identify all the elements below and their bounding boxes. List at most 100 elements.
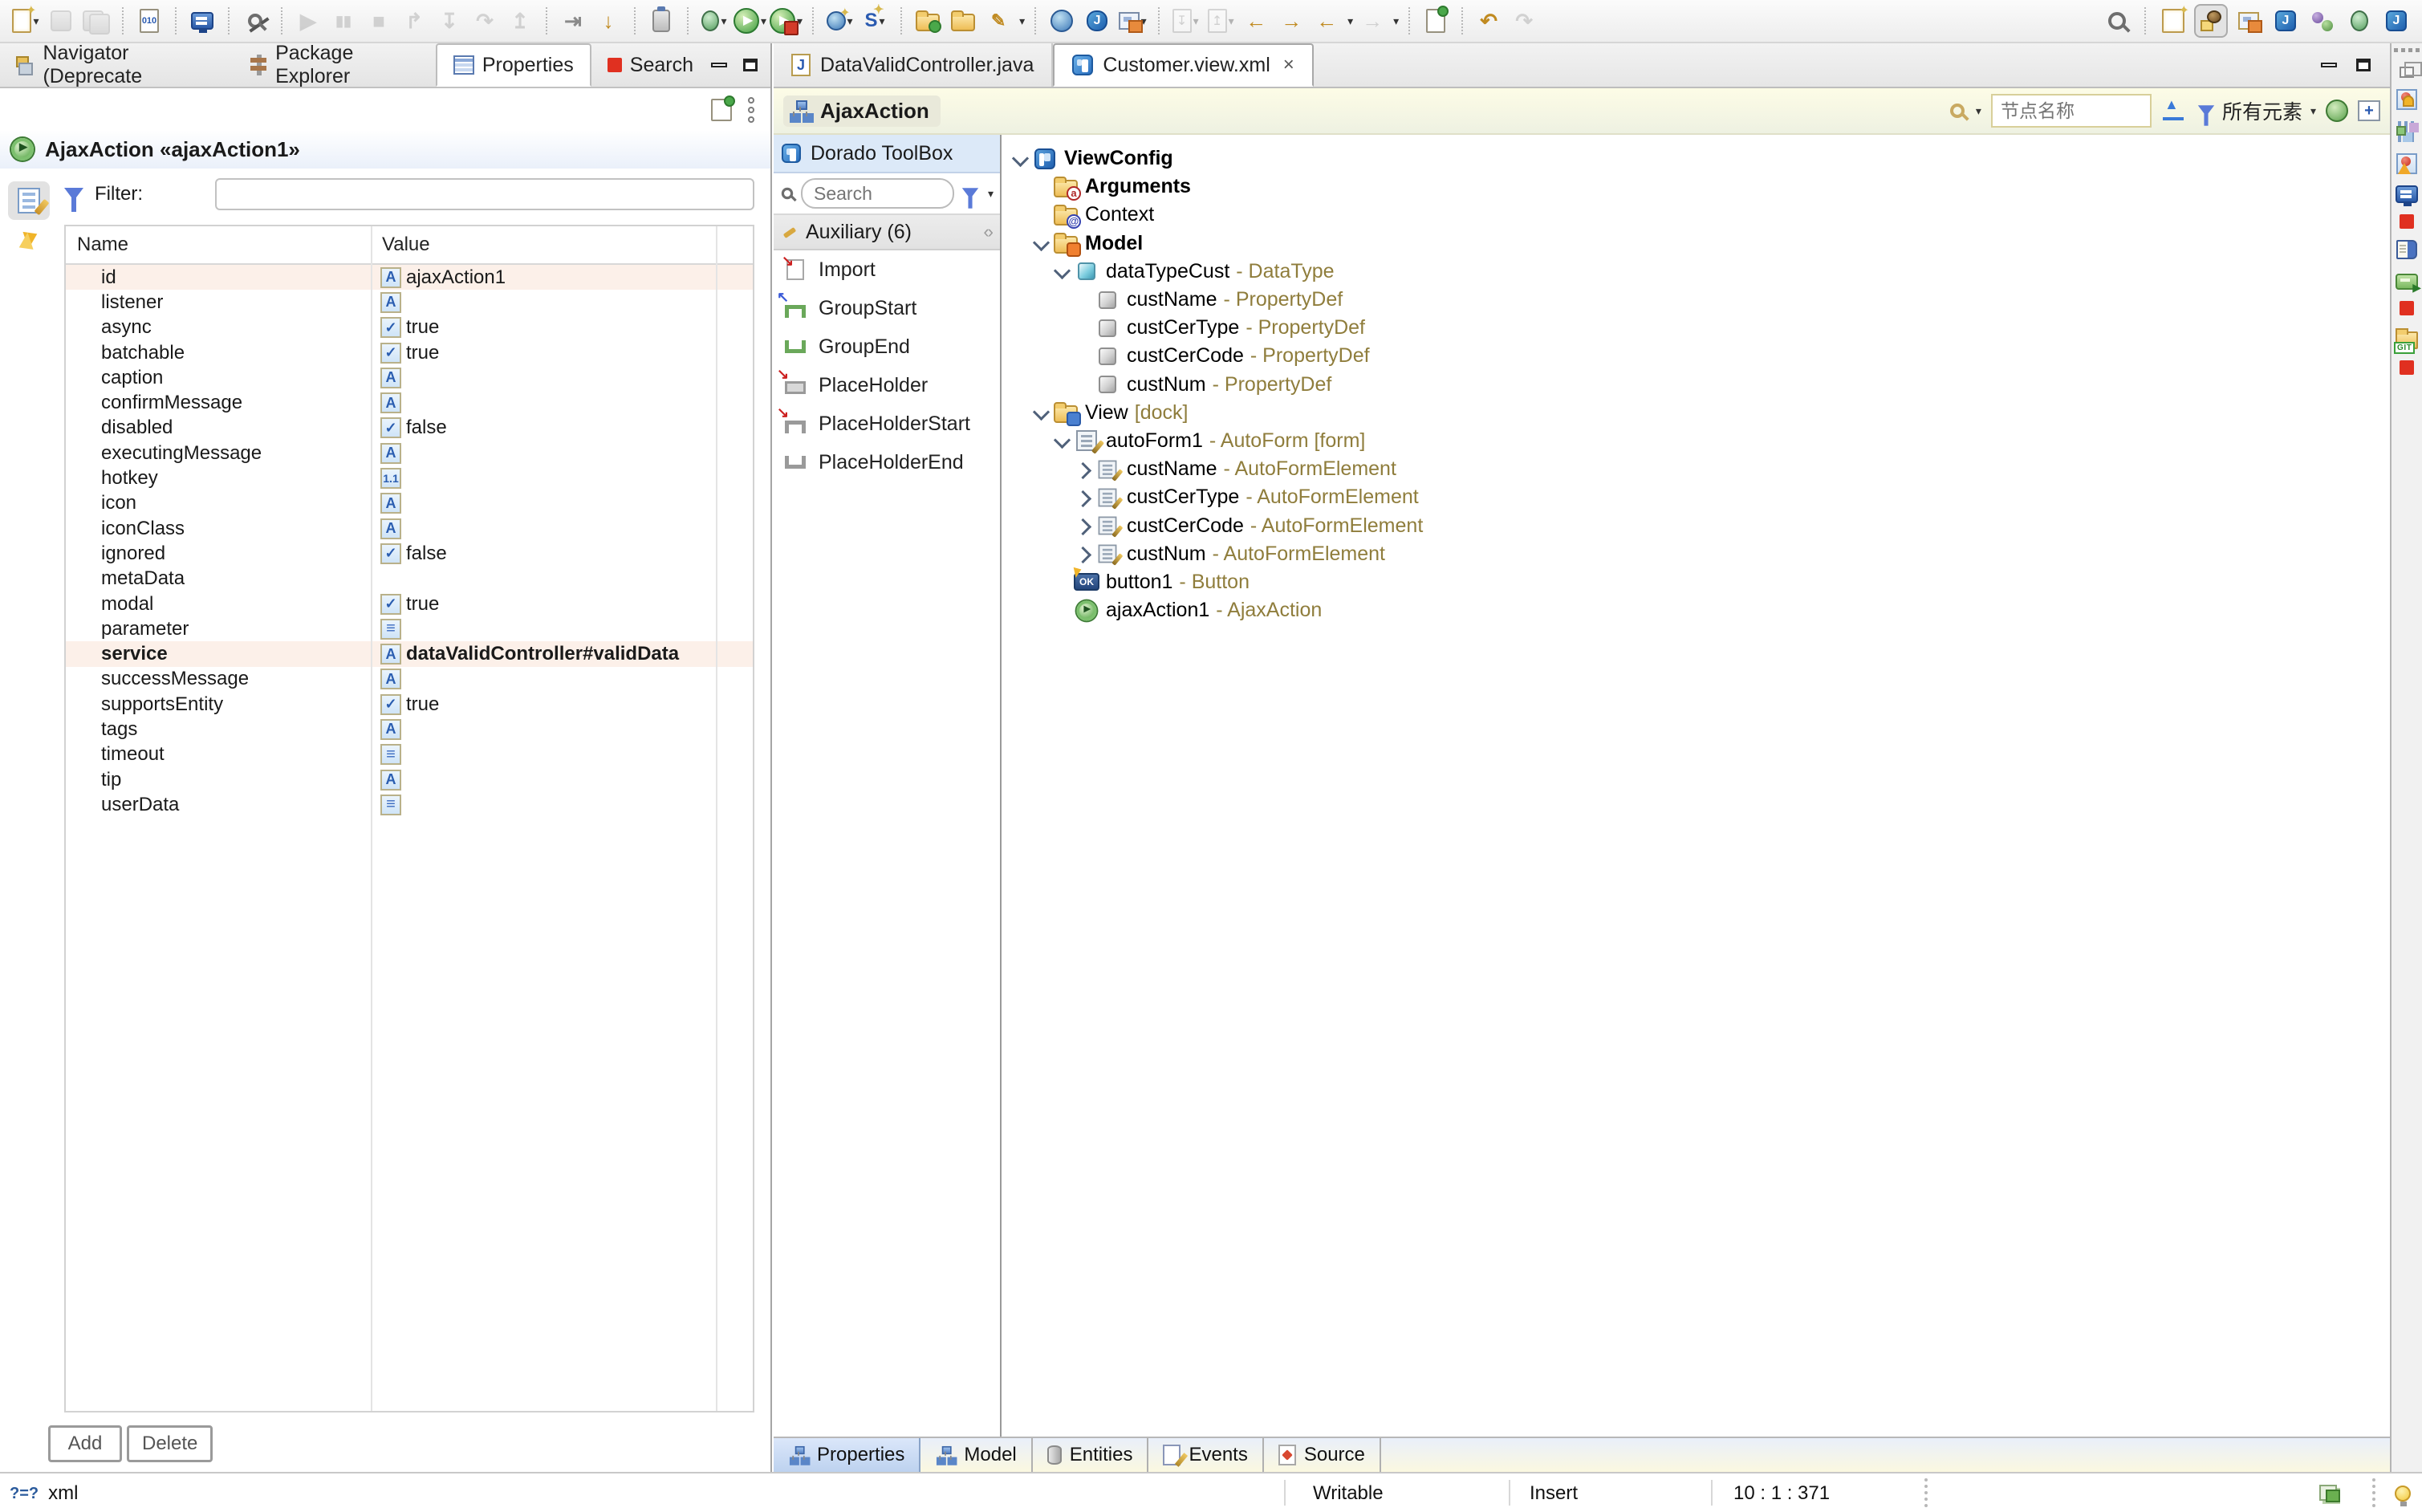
- restore-view-icon[interactable]: [2400, 67, 2414, 78]
- page-tab-events[interactable]: Events: [1148, 1438, 1263, 1472]
- new-spring-wizard-icon[interactable]: S▾: [859, 4, 891, 38]
- table-row[interactable]: listenerA: [66, 290, 753, 315]
- binary-file-icon[interactable]: 010: [133, 4, 165, 38]
- tab-package-explorer[interactable]: Package Explorer: [233, 43, 436, 87]
- tab-navigator[interactable]: Navigator (Deprecate: [0, 43, 233, 87]
- table-row[interactable]: tagsA: [66, 717, 753, 742]
- toolbox-filter-icon[interactable]: [962, 188, 978, 199]
- web-browser-icon[interactable]: [1046, 4, 1078, 38]
- expander-icon[interactable]: [1074, 490, 1091, 506]
- pause-icon[interactable]: ▮▮: [327, 4, 360, 38]
- show-views-icon[interactable]: ▾: [1116, 4, 1148, 38]
- table-row[interactable]: metaData: [66, 567, 753, 591]
- table-row[interactable]: tipA: [66, 767, 753, 792]
- pin-view-icon[interactable]: [711, 99, 732, 121]
- table-row[interactable]: iconA: [66, 491, 753, 516]
- perspective-dorado-icon[interactable]: [2194, 4, 2228, 38]
- tree-node-custname-propertydef[interactable]: custName- PropertyDef: [1002, 286, 2390, 314]
- clipboard-icon[interactable]: [645, 4, 677, 38]
- page-tab-entities[interactable]: Entities: [1033, 1438, 1149, 1472]
- preview-globe-icon[interactable]: [2326, 100, 2348, 122]
- git-repositories-icon[interactable]: GIT: [2396, 331, 2418, 349]
- tab-properties[interactable]: Properties: [436, 43, 591, 87]
- skip-breakpoints-icon[interactable]: ⇥: [557, 4, 589, 38]
- pull-up-icon[interactable]: ↥▾: [1205, 4, 1237, 38]
- expander-icon[interactable]: [1074, 546, 1091, 562]
- tree-node-context[interactable]: @Context: [1002, 201, 2390, 229]
- stop-icon[interactable]: ■: [363, 4, 395, 38]
- resume-icon[interactable]: ↱: [398, 4, 430, 38]
- toolbox-filter-dropdown-icon[interactable]: ▾: [988, 187, 994, 201]
- add-window-icon[interactable]: +: [2358, 100, 2380, 121]
- perspective-debug-icon[interactable]: [2343, 4, 2375, 38]
- search-icon[interactable]: [2101, 4, 2133, 38]
- step-return-icon[interactable]: ↥: [504, 4, 536, 38]
- table-row[interactable]: iconClassA: [66, 516, 753, 541]
- save-icon[interactable]: [45, 4, 77, 38]
- collapse-section-icon[interactable]: ‹›: [983, 222, 992, 242]
- toolbox-item-placeholderstart[interactable]: PlaceHolderStart: [774, 404, 1000, 443]
- tab-datavalidcontroller-java[interactable]: JDataValidController.java: [774, 43, 1053, 87]
- perspective-javaee-icon[interactable]: J: [2270, 4, 2302, 38]
- save-all-icon[interactable]: [80, 4, 112, 38]
- tree-node-button1[interactable]: OKbutton1- Button: [1002, 568, 2390, 596]
- drag-handle-icon[interactable]: [2394, 48, 2420, 52]
- table-row[interactable]: parameter≡: [66, 616, 753, 641]
- minimize-editor-icon[interactable]: [2321, 63, 2337, 67]
- collapse-all-icon[interactable]: [2161, 100, 2187, 122]
- expander-icon[interactable]: [1032, 235, 1050, 251]
- maximize-editor-icon[interactable]: [2356, 59, 2371, 71]
- palette-view-icon[interactable]: [2396, 89, 2417, 110]
- page-tab-source[interactable]: Source: [1264, 1438, 1381, 1472]
- step-into-icon[interactable]: ↧: [433, 4, 465, 38]
- expander-icon[interactable]: [1011, 151, 1029, 167]
- table-row[interactable]: supportsEntity✓true: [66, 692, 753, 717]
- outline-settings-icon[interactable]: [2396, 121, 2417, 142]
- mark-occurrences-icon[interactable]: [239, 4, 271, 38]
- filter-input[interactable]: [215, 178, 754, 210]
- tree-node-viewconfig[interactable]: ViewConfig: [1002, 144, 2390, 173]
- view-menu-icon[interactable]: [748, 97, 754, 123]
- table-row[interactable]: ignored✓false: [66, 541, 753, 566]
- pull-down-icon[interactable]: ↧▾: [1169, 4, 1201, 38]
- toolbox-item-import[interactable]: Import: [774, 250, 1000, 289]
- run-last-icon[interactable]: ▶: [292, 4, 324, 38]
- tree-node-custcercode-propertydef[interactable]: custCerCode- PropertyDef: [1002, 342, 2390, 370]
- console-icon[interactable]: [186, 4, 218, 38]
- coverage-icon[interactable]: ▾: [770, 4, 803, 38]
- tree-node-custcercode-autoformelement[interactable]: custCerCode- AutoFormElement: [1002, 511, 2390, 539]
- add-button[interactable]: Add: [48, 1425, 122, 1462]
- maximize-view-icon[interactable]: [743, 59, 758, 71]
- perspective-extra-icon[interactable]: J: [2380, 4, 2412, 38]
- pin-editor-icon[interactable]: [1420, 4, 1452, 38]
- page-tab-properties[interactable]: Properties: [774, 1438, 920, 1472]
- help-book-icon[interactable]: [2396, 240, 2417, 259]
- open-resource-icon[interactable]: [912, 4, 944, 38]
- back-history-icon[interactable]: ←: [1240, 4, 1272, 38]
- highlight-brush-icon[interactable]: ✎: [982, 4, 1014, 38]
- step-over-icon[interactable]: ↷: [469, 4, 501, 38]
- page-tab-model[interactable]: Model: [920, 1438, 1032, 1472]
- undo-icon[interactable]: ↶: [1473, 4, 1505, 38]
- tree-node-autoform1[interactable]: autoForm1- AutoForm [form]: [1002, 427, 2390, 455]
- tab-customer-view-xml[interactable]: Customer.view.xml×: [1053, 43, 1313, 87]
- table-row[interactable]: successMessageA: [66, 667, 753, 692]
- column-header-value[interactable]: Value: [371, 234, 753, 256]
- new-wizard-icon[interactable]: ▾: [10, 4, 42, 38]
- tree-node-custcertype-autoformelement[interactable]: custCerType- AutoFormElement: [1002, 483, 2390, 511]
- lightning-icon[interactable]: [21, 232, 38, 250]
- new-web-wizard-icon[interactable]: ▾: [823, 4, 855, 38]
- step-filters-icon[interactable]: ↓: [592, 4, 624, 38]
- column-header-name[interactable]: Name: [66, 234, 371, 256]
- tree-node-arguments[interactable]: aArguments: [1002, 173, 2390, 201]
- tree-node-datatypecust[interactable]: dataTypeCust- DataType: [1002, 258, 2390, 286]
- toolbox-item-groupstart[interactable]: GroupStart: [774, 289, 1000, 327]
- open-type-icon[interactable]: [947, 4, 979, 38]
- editor-list-icon[interactable]: [2319, 1485, 2340, 1502]
- expander-icon[interactable]: [1032, 404, 1050, 421]
- java-search-icon[interactable]: J: [1081, 4, 1113, 38]
- table-row[interactable]: async✓true: [66, 315, 753, 340]
- expander-icon[interactable]: [1053, 263, 1071, 279]
- tree-node-custname-autoformelement[interactable]: custName- AutoFormElement: [1002, 455, 2390, 483]
- table-row[interactable]: disabled✓false: [66, 416, 753, 441]
